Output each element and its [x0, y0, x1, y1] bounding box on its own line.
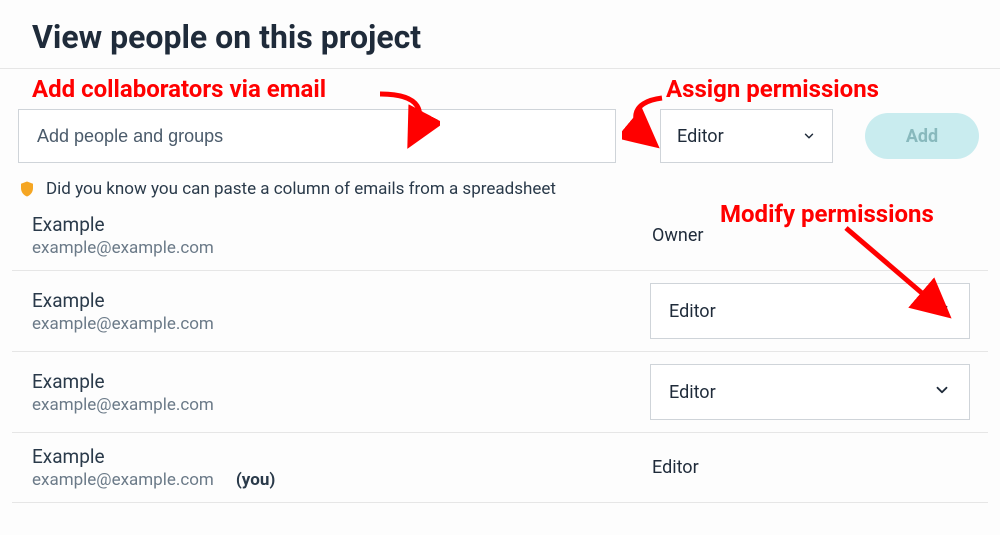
person-email: example@example.com: [32, 314, 650, 334]
person-row: Example example@example.com (you) Editor: [12, 433, 988, 503]
person-role-select[interactable]: Editor: [650, 364, 970, 420]
add-button-label: Add: [906, 126, 938, 147]
page-title: View people on this project: [0, 0, 1000, 69]
shield-icon: [18, 179, 36, 199]
chevron-down-icon: [802, 129, 816, 143]
add-button[interactable]: Add: [865, 113, 979, 159]
person-email: example@example.com (you): [32, 470, 650, 490]
person-role-value: Editor: [669, 301, 716, 322]
add-people-input[interactable]: [18, 109, 616, 163]
person-email: example@example.com: [32, 395, 650, 415]
person-email: example@example.com: [32, 238, 650, 258]
person-name: Example: [32, 213, 650, 236]
person-name: Example: [32, 370, 650, 393]
person-row: Example example@example.com Editor: [12, 352, 988, 433]
person-name: Example: [32, 289, 650, 312]
person-email-text: example@example.com: [32, 470, 214, 490]
person-name: Example: [32, 445, 650, 468]
chevron-down-icon: [933, 381, 951, 404]
tip-text: Did you know you can paste a column of e…: [46, 179, 556, 199]
person-row: Example example@example.com Owner: [12, 205, 988, 271]
add-collaborator-row: Editor Add: [0, 69, 1000, 173]
you-tag: (you): [236, 470, 275, 490]
person-role-select[interactable]: Editor: [650, 283, 970, 339]
people-list: Example example@example.com Owner Exampl…: [0, 205, 1000, 503]
new-user-role-select[interactable]: Editor: [660, 109, 833, 163]
new-user-role-value: Editor: [677, 126, 724, 147]
person-role-static: Owner: [650, 225, 704, 246]
person-row: Example example@example.com Editor: [12, 271, 988, 352]
person-role-value: Editor: [669, 382, 716, 403]
tip-row: Did you know you can paste a column of e…: [0, 173, 1000, 205]
chevron-down-icon: [933, 300, 951, 323]
person-role-static: Editor: [650, 457, 699, 478]
